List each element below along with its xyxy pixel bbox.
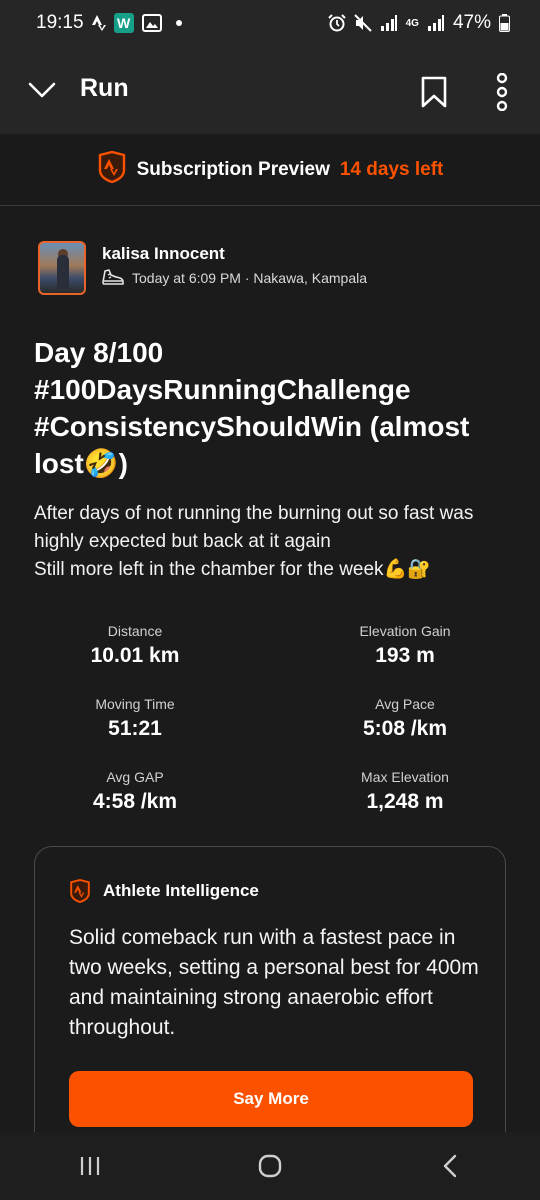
- battery-icon: [499, 14, 510, 32]
- stat-label: Distance: [107, 623, 163, 639]
- strava-notification-icon: [91, 15, 106, 31]
- activity-title: Day 8/100 #100DaysRunningChallenge #Cons…: [34, 337, 470, 479]
- stat-label: Moving Time: [95, 696, 175, 712]
- notification-dot-icon: [175, 20, 182, 26]
- w-app-icon: W: [113, 13, 134, 33]
- athlete-meta: kalisa Innocent Today at 6:09 PM · Nakaw…: [102, 241, 367, 287]
- screen: 19:15 W 4G 47% Run Subscription Preview …: [0, 0, 540, 1200]
- strava-badge-icon: [70, 879, 90, 903]
- battery-percent: 47%: [452, 12, 491, 33]
- stats-row: Avg GAP 4:58 /km Max Elevation 1,248 m: [0, 762, 540, 835]
- stat-label: Avg Pace: [375, 696, 435, 712]
- athlete-header: kalisa Innocent Today at 6:09 PM · Nakaw…: [38, 241, 367, 295]
- stat-value: 5:08 /km: [362, 717, 448, 740]
- say-more-button[interactable]: Say More: [69, 1071, 473, 1127]
- athlete-intelligence-summary: Solid comeback run with a fastest pace i…: [69, 926, 479, 1039]
- activity-subtitle: Today at 6:09 PM · Nakawa, Kampala: [102, 269, 367, 287]
- home-icon: [258, 1154, 282, 1178]
- athlete-intelligence-header: Athlete Intelligence: [69, 879, 259, 903]
- recents-icon: [80, 1157, 100, 1175]
- home-button[interactable]: [240, 1141, 300, 1191]
- stats-grid: Distance 10.01 km Elevation Gain 193 m M…: [0, 616, 540, 835]
- more-options-button[interactable]: [486, 70, 518, 114]
- page-title: Run: [80, 74, 129, 102]
- stat-elevation-gain: Elevation Gain 193 m: [270, 616, 540, 689]
- avatar-figure: [57, 255, 69, 289]
- status-left: 19:15 W: [36, 12, 182, 34]
- recents-button[interactable]: [60, 1141, 120, 1191]
- app-bar: Run: [0, 46, 540, 134]
- bookmark-button[interactable]: [414, 70, 454, 114]
- stats-row: Moving Time 51:21 Avg Pace 5:08 /km: [0, 689, 540, 762]
- shoe-icon: [102, 269, 124, 285]
- stat-label: Max Elevation: [361, 769, 449, 785]
- system-nav-bar: [0, 1132, 540, 1200]
- back-button[interactable]: [420, 1141, 480, 1191]
- chevron-down-icon: [28, 82, 56, 98]
- signal-2-icon: [427, 15, 445, 31]
- stat-value: 4:58 /km: [92, 790, 178, 813]
- athlete-name[interactable]: kalisa Innocent: [102, 241, 367, 267]
- stats-row: Distance 10.01 km Elevation Gain 193 m: [0, 616, 540, 689]
- network-type: 4G: [405, 17, 419, 29]
- stat-max-elevation: Max Elevation 1,248 m: [270, 762, 540, 835]
- back-icon: [443, 1154, 457, 1178]
- image-notification-icon: [141, 14, 162, 32]
- status-time: 19:15: [36, 12, 84, 33]
- collapse-button[interactable]: [22, 70, 62, 110]
- stat-avg-gap: Avg GAP 4:58 /km: [0, 762, 270, 835]
- stat-distance: Distance 10.01 km: [0, 616, 270, 689]
- signal-icon: [380, 15, 398, 31]
- avatar[interactable]: [38, 241, 86, 295]
- bookmark-icon: [421, 76, 447, 108]
- activity-timestamp-location: Today at 6:09 PM · Nakawa, Kampala: [132, 270, 368, 286]
- stat-label: Elevation Gain: [359, 623, 451, 639]
- activity-description: After days of not running the burning ou…: [34, 503, 474, 580]
- status-bar: 19:15 W 4G 47%: [0, 0, 540, 46]
- stat-value: 1,248 m: [366, 790, 444, 813]
- subscription-days-left: 14 days left: [339, 158, 444, 180]
- mute-icon: [353, 14, 372, 32]
- athlete-intelligence-title: Athlete Intelligence: [103, 881, 259, 900]
- more-vertical-icon: [496, 73, 508, 111]
- stat-moving-time: Moving Time 51:21: [0, 689, 270, 762]
- stat-value: 193 m: [375, 644, 435, 667]
- stat-avg-pace: Avg Pace 5:08 /km: [270, 689, 540, 762]
- stat-value: 51:21: [108, 717, 162, 740]
- stat-value: 10.01 km: [90, 644, 180, 667]
- subscription-label: Subscription Preview: [136, 158, 330, 180]
- strava-badge-icon: [97, 150, 127, 189]
- athlete-intelligence-card: Athlete Intelligence Solid comeback run …: [34, 846, 506, 1166]
- stat-label: Avg GAP: [106, 769, 164, 785]
- subscription-banner[interactable]: Subscription Preview 14 days left: [0, 134, 540, 206]
- alarm-icon: [327, 14, 346, 32]
- status-right: 4G 47%: [327, 12, 510, 34]
